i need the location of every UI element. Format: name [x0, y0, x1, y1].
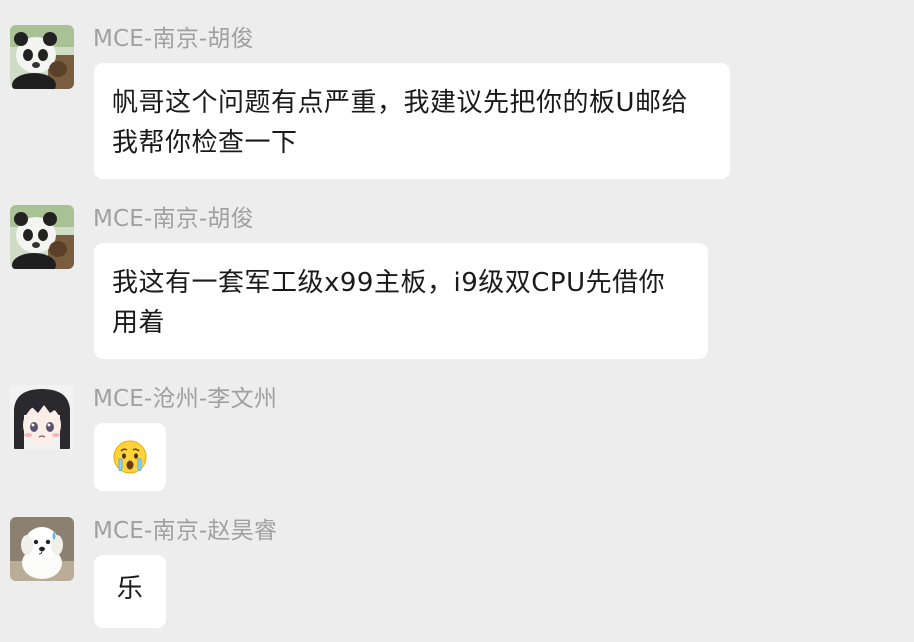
- message-text: 乐: [116, 574, 144, 604]
- anime-girl-avatar-icon: [10, 385, 74, 449]
- message-text: 我这有一套军工级x99主板，i9级双CPU先借你用着: [112, 268, 666, 338]
- sender-avatar-panda[interactable]: [10, 25, 74, 89]
- panda-avatar-icon: [10, 205, 74, 269]
- sender-name: MCE-南京-胡俊: [93, 26, 254, 52]
- sender-name: MCE-沧州-李文州: [93, 386, 278, 412]
- message-bubble[interactable]: 我这有一套军工级x99主板，i9级双CPU先借你用着: [94, 243, 708, 359]
- sender-avatar-panda[interactable]: [10, 205, 74, 269]
- shocked-emoji-icon: [112, 439, 148, 475]
- sender-name: MCE-南京-胡俊: [93, 206, 254, 232]
- sender-name: MCE-南京-赵昊睿: [93, 518, 278, 544]
- sender-avatar-anime[interactable]: [10, 385, 74, 449]
- white-dog-avatar-icon: [10, 517, 74, 581]
- message-bubble[interactable]: 帆哥这个问题有点严重，我建议先把你的板U邮给我帮你检查一下: [94, 63, 730, 179]
- message-bubble[interactable]: 乐: [94, 555, 166, 628]
- chat-message-list[interactable]: MCE-南京-胡俊 帆哥这个问题有点严重，我建议先把你的板U邮给我帮你检查一下 …: [0, 0, 914, 642]
- message-bubble[interactable]: [94, 423, 166, 491]
- panda-avatar-icon: [10, 25, 74, 89]
- sender-avatar-dog[interactable]: [10, 517, 74, 581]
- message-text: 帆哥这个问题有点严重，我建议先把你的板U邮给我帮你检查一下: [112, 88, 689, 158]
